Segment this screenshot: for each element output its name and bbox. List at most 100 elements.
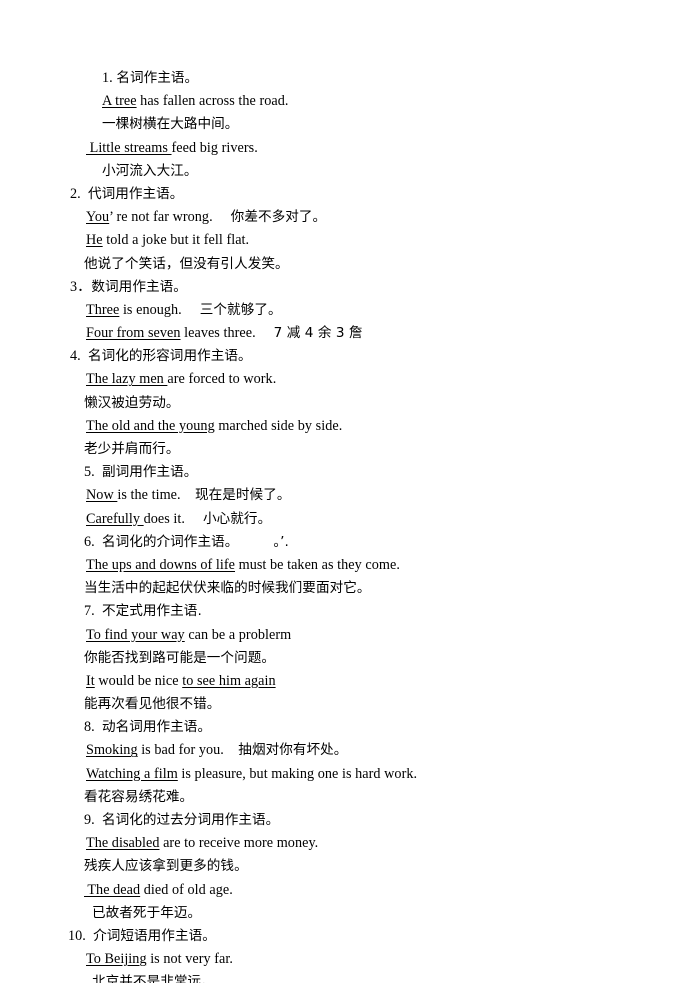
example-line: 残疾人应该拿到更多的钱。: [0, 855, 696, 878]
text-run: is not very far.: [146, 951, 233, 968]
text-run: 看花容易绣花难。: [84, 788, 194, 805]
text-run: must be taken as they come.: [235, 556, 400, 573]
text-run: would be nice: [94, 672, 183, 689]
example-line: The ups and downs of life must be taken …: [0, 554, 696, 577]
underlined-subject: Carefully: [86, 510, 144, 527]
example-line: The disabled are to receive more money.: [0, 832, 696, 855]
text-run: 你差不多对了。: [230, 209, 327, 226]
text-run: marched side by side.: [214, 417, 343, 434]
example-line: 懒汉被迫劳动。: [0, 392, 696, 415]
text-run: 你能否找到路可能是一个问题。: [84, 649, 276, 666]
example-line: Watching a film is pleasure, but making …: [0, 763, 696, 786]
list-item-heading: 2. 代词用作主语。: [0, 183, 696, 206]
text-run: are to receive more money.: [159, 835, 319, 852]
example-line: A tree has fallen across the road.: [0, 90, 696, 113]
text-run: 现在是时候了。: [194, 487, 291, 504]
underlined-subject: You: [86, 209, 110, 226]
list-item-heading: 8. 动名词用作主语。: [0, 716, 696, 739]
text-run: 他说了个笑话，但没有引人发笑。: [84, 255, 289, 272]
example-line: 已故者死于年迈。: [0, 902, 696, 925]
text-run: 8.: [84, 719, 102, 736]
underlined-subject: The disabled: [86, 835, 160, 852]
text-run: 副词用作主语。: [101, 464, 198, 481]
example-line: You’ re not far wrong. 你差不多对了。: [0, 206, 696, 229]
underlined-subject: Three: [86, 301, 120, 318]
example-line: Now is the time. 现在是时候了。: [0, 484, 696, 507]
text-run: are forced to work.: [167, 371, 277, 388]
text-run: 动名词用作主语。: [101, 719, 212, 736]
text-run: 2.: [70, 185, 88, 202]
text-run: 名词化的形容词用作主语。: [87, 348, 252, 365]
text-run: 小河流入大江。: [102, 162, 198, 179]
text-run: told a joke but it fell flat.: [102, 232, 250, 249]
underlined-subject: To find your way: [86, 626, 185, 643]
list-item-heading: 1. 名词作主语。: [0, 67, 696, 90]
text-run: 10.: [68, 927, 94, 944]
example-line: Smoking is bad for you. 抽烟对你有坏处。: [0, 739, 696, 762]
text-run: has fallen across the road.: [136, 93, 289, 110]
text-run: 3．: [70, 278, 92, 295]
text-run: 名词作主语。: [116, 70, 199, 86]
underlined-subject: to see him again: [182, 672, 276, 689]
underlined-subject: The dead: [84, 881, 141, 898]
underlined-subject: Four from seven: [86, 325, 181, 342]
example-line: 北京并不是非常远。: [0, 971, 696, 983]
list-item-heading: 7. 不定式用作主语.: [0, 600, 696, 623]
example-line: 能再次看见他很不错。: [0, 693, 696, 716]
text-run: is enough.: [119, 301, 200, 318]
example-line: The lazy men are forced to work.: [0, 368, 696, 391]
example-line: 一棵树横在大路中间。: [0, 113, 696, 136]
example-line: The dead died of old age.: [0, 879, 696, 902]
text-run: 能再次看见他很不错。: [84, 696, 221, 713]
list-item-heading: 9. 名词化的过去分词用作主语。: [0, 809, 696, 832]
text-run: 6.: [84, 533, 102, 550]
example-line: It would be nice to see him again: [0, 670, 696, 693]
example-line: Little streams feed big rivers.: [0, 137, 696, 160]
text-run: is bad for you.: [137, 742, 239, 759]
underlined-subject: He: [86, 232, 103, 249]
underlined-subject: Now: [86, 487, 118, 504]
underlined-subject: To Beijing: [86, 951, 147, 968]
text-run: 三个就够了。: [199, 301, 282, 318]
example-line: To Beijing is not very far.: [0, 948, 696, 971]
text-run: died of old age.: [140, 881, 233, 898]
text-run: 名词化的介词作主语。 。’.: [101, 533, 289, 550]
text-run: 7 减 4 余 3 詹: [273, 325, 363, 342]
text-run: 名词化的过去分词用作主语。: [101, 812, 280, 828]
text-run: can be a problerm: [184, 626, 292, 643]
text-run: feed big rivers.: [171, 139, 258, 156]
text-run: 已故者死于年迈。: [92, 904, 202, 921]
text-run: 代词用作主语。: [87, 185, 184, 202]
underlined-subject: Little streams: [86, 139, 172, 156]
example-line: 看花容易绣花难。: [0, 786, 696, 809]
underlined-subject: The lazy men: [86, 371, 168, 388]
example-line: The old and the young marched side by si…: [0, 415, 696, 438]
text-run: 介词短语用作主语。: [93, 927, 216, 944]
text-run: does it.: [143, 510, 203, 527]
underlined-subject: The old and the young: [86, 417, 215, 434]
text-run: 7.: [84, 603, 102, 620]
document-page: 1. 名词作主语。 A tree has fallen across the ro…: [0, 0, 696, 983]
list-item-heading: 3．数词用作主语。: [0, 276, 696, 299]
example-line: Four from seven leaves three. 7 减 4 余 3 …: [0, 322, 696, 345]
text-run: 5.: [84, 464, 102, 481]
text-run: 老少并肩而行。: [84, 441, 180, 457]
text-run: 4.: [70, 348, 88, 365]
text-run: 1.: [102, 70, 117, 86]
example-line: Carefully does it. 小心就行。: [0, 508, 696, 531]
example-line: 小河流入大江。: [0, 160, 696, 183]
text-run: is pleasure, but making one is hard work…: [177, 765, 418, 782]
text-run: 一棵树横在大路中间。: [102, 116, 239, 133]
underlined-subject: It: [86, 672, 95, 689]
text-run: 残疾人应该拿到更多的钱。: [84, 858, 248, 875]
text-run: 抽烟对你有坏处。: [238, 742, 348, 759]
underlined-subject: A tree: [102, 93, 137, 110]
example-line: 他说了个笑话，但没有引人发笑。: [0, 253, 696, 276]
text-run: 小心就行。: [203, 510, 272, 527]
example-line: To find your way can be a problerm: [0, 624, 696, 647]
text-run: leaves three.: [180, 325, 274, 342]
list-item-heading: 6. 名词化的介词作主语。 。’.: [0, 531, 696, 554]
underlined-subject: Smoking: [86, 742, 138, 759]
underlined-subject: The ups and downs of life: [86, 556, 236, 573]
list-item-heading: 5. 副词用作主语。: [0, 461, 696, 484]
